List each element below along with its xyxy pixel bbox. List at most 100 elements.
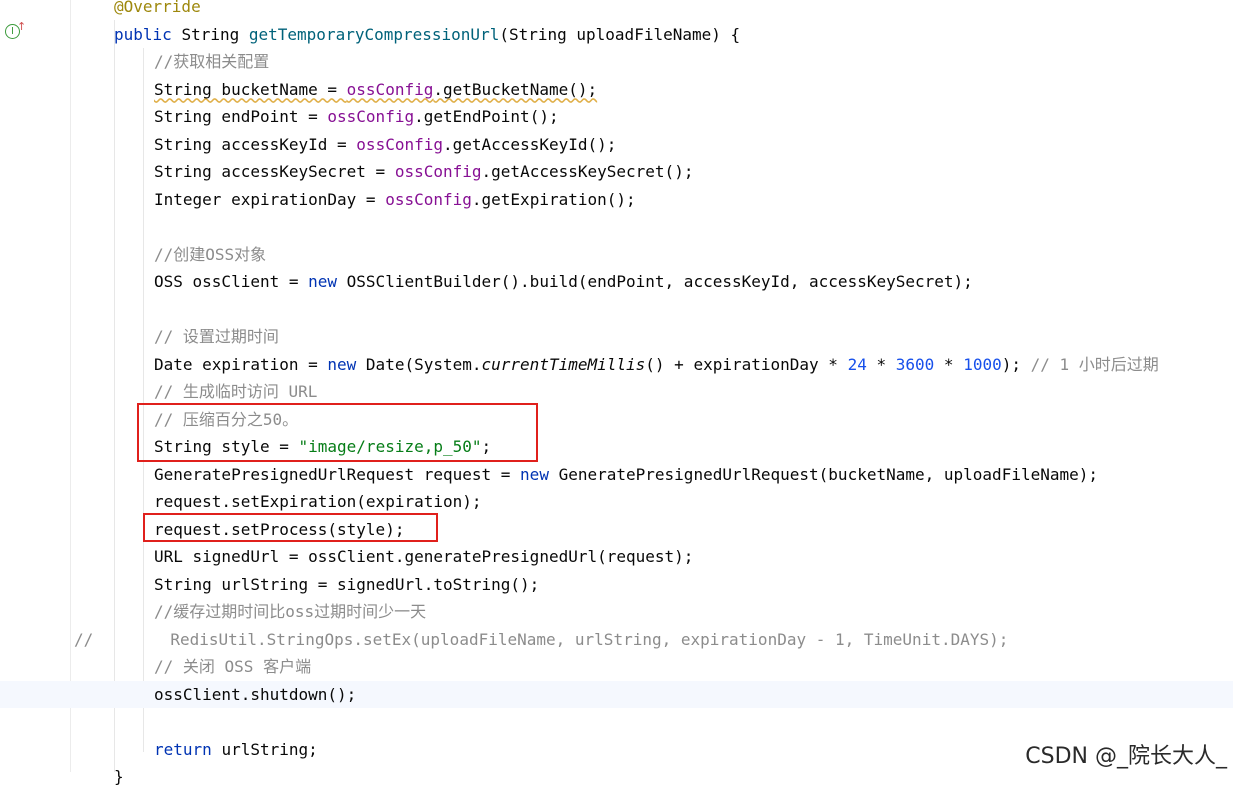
code-token: GeneratePresignedUrlRequest request = bbox=[154, 464, 521, 484]
code-token: String bbox=[181, 24, 249, 44]
code-token: 3600 bbox=[895, 354, 935, 374]
code-token: * bbox=[934, 354, 964, 374]
code-token: //获取相关配置 bbox=[154, 52, 270, 71]
code-token: return bbox=[154, 739, 222, 759]
code-line[interactable] bbox=[0, 708, 1233, 735]
code-token: ossConfig bbox=[327, 107, 415, 126]
code-line-content: String accessKeyId = ossConfig.getAccess… bbox=[154, 131, 616, 158]
code-token: //创建OSS对象 bbox=[154, 244, 267, 264]
code-line-content: //缓存过期时间比oss过期时间少一天 bbox=[154, 598, 426, 625]
code-token: * bbox=[866, 354, 896, 374]
code-line[interactable]: Date expiration = new Date(System.curren… bbox=[0, 351, 1233, 378]
code-line[interactable]: String accessKeyId = ossConfig.getAccess… bbox=[0, 131, 1233, 158]
code-line[interactable]: request.setExpiration(expiration); bbox=[0, 488, 1233, 515]
code-line[interactable]: // 设置过期时间 bbox=[0, 323, 1233, 350]
code-token: ossConfig bbox=[346, 79, 434, 99]
code-token: (String uploadFileName) { bbox=[499, 24, 741, 44]
code-token: Date(System. bbox=[365, 354, 482, 374]
code-token: } bbox=[114, 767, 124, 786]
code-token: //缓存过期时间比oss过期时间少一天 bbox=[154, 602, 427, 621]
code-line-content: return urlString; bbox=[154, 736, 318, 763]
code-line-content: String endPoint = ossConfig.getEndPoint(… bbox=[154, 103, 559, 130]
code-line[interactable]: String bucketName = ossConfig.getBucketN… bbox=[0, 76, 1233, 103]
arrow-up-icon: ↑ bbox=[17, 20, 27, 33]
code-line[interactable]: ossClient.shutdown(); bbox=[0, 680, 1233, 708]
code-token: public bbox=[114, 24, 182, 44]
code-line-content: Integer expirationDay = ossConfig.getExp… bbox=[154, 186, 636, 213]
code-token: () + expirationDay * bbox=[645, 354, 848, 374]
code-token: .getEndPoint(); bbox=[414, 107, 559, 126]
code-token: // RedisUtil.StringOps.setEx(uploadFileN… bbox=[74, 629, 1009, 649]
code-line[interactable]: // RedisUtil.StringOps.setEx(uploadFileN… bbox=[0, 626, 1233, 653]
code-line-content: ossClient.shutdown(); bbox=[154, 681, 356, 708]
highlight-box-setprocess bbox=[143, 513, 438, 542]
code-line[interactable]: String accessKeySecret = ossConfig.getAc… bbox=[0, 158, 1233, 185]
code-line[interactable]: // 生成临时访问 URL bbox=[0, 378, 1233, 405]
code-line[interactable]: URL signedUrl = ossClient.generatePresig… bbox=[0, 543, 1233, 570]
code-token: currentTimeMillis bbox=[481, 354, 646, 374]
watermark: CSDN @_院长大人_ bbox=[1025, 744, 1227, 769]
code-line-content: // RedisUtil.StringOps.setEx(uploadFileN… bbox=[74, 626, 1008, 653]
code-line-content: public String getTemporaryCompressionUrl… bbox=[114, 21, 740, 48]
code-line[interactable]: // 关闭 OSS 客户端 bbox=[0, 653, 1233, 680]
code-line[interactable] bbox=[0, 213, 1233, 240]
code-line[interactable]: //创建OSS对象 bbox=[0, 241, 1233, 268]
code-line-content: // 关闭 OSS 客户端 bbox=[154, 653, 311, 680]
code-token: .getAccessKeyId(); bbox=[443, 134, 617, 154]
code-token: .getExpiration(); bbox=[471, 189, 636, 209]
code-token: OSSClientBuilder().build(endPoint, acces… bbox=[346, 272, 973, 291]
code-line[interactable]: String urlString = signedUrl.toString(); bbox=[0, 571, 1233, 598]
code-token: String bucketName = bbox=[154, 79, 347, 99]
code-token: .getBucketName(); bbox=[433, 79, 598, 99]
code-token: Date expiration = bbox=[154, 354, 328, 374]
code-token: // 设置过期时间 bbox=[154, 327, 279, 346]
code-line-content: request.setExpiration(expiration); bbox=[154, 488, 482, 515]
code-line-content: GeneratePresignedUrlRequest request = ne… bbox=[154, 461, 1098, 488]
code-token: new bbox=[308, 272, 347, 291]
code-line-content: // 设置过期时间 bbox=[154, 323, 279, 350]
code-line[interactable]: public String getTemporaryCompressionUrl… bbox=[0, 21, 1233, 48]
code-line-content: OSS ossClient = new OSSClientBuilder().b… bbox=[154, 268, 973, 295]
code-token: 24 bbox=[847, 354, 867, 374]
code-token: // 生成临时访问 URL bbox=[154, 382, 318, 401]
code-token: String accessKeyId = bbox=[154, 134, 357, 154]
code-line-content: Date expiration = new Date(System.curren… bbox=[154, 351, 1159, 378]
code-token: ); bbox=[1001, 354, 1031, 374]
code-token: String endPoint = bbox=[154, 107, 328, 126]
code-token: // 1 小时后过期 bbox=[1030, 354, 1159, 374]
code-token: new bbox=[520, 464, 559, 484]
code-token: .getAccessKeySecret(); bbox=[481, 162, 694, 181]
code-token: URL signedUrl = ossClient.generatePresig… bbox=[154, 547, 694, 566]
code-line-content: @Override bbox=[114, 0, 201, 20]
code-line[interactable]: @Override bbox=[0, 0, 1233, 20]
code-line-content: URL signedUrl = ossClient.generatePresig… bbox=[154, 543, 693, 570]
code-line-content: // 生成临时访问 URL bbox=[154, 378, 317, 405]
code-line[interactable]: Integer expirationDay = ossConfig.getExp… bbox=[0, 186, 1233, 213]
code-token: OSS ossClient = bbox=[154, 272, 309, 291]
code-line[interactable]: GeneratePresignedUrlRequest request = ne… bbox=[0, 461, 1233, 488]
code-token: new bbox=[327, 354, 366, 374]
code-line[interactable]: //获取相关配置 bbox=[0, 48, 1233, 75]
code-line[interactable]: OSS ossClient = new OSSClientBuilder().b… bbox=[0, 268, 1233, 295]
code-token: ossConfig bbox=[385, 189, 472, 209]
code-token: ossConfig bbox=[394, 162, 482, 181]
code-token: String accessKeySecret = bbox=[154, 162, 395, 181]
code-line-content: //创建OSS对象 bbox=[154, 241, 266, 268]
highlight-box-style bbox=[137, 403, 538, 462]
code-line[interactable]: //缓存过期时间比oss过期时间少一天 bbox=[0, 598, 1233, 625]
code-token: @Override bbox=[114, 0, 201, 16]
code-line-content: //获取相关配置 bbox=[154, 48, 269, 75]
code-token: urlString; bbox=[221, 739, 318, 759]
code-token: String urlString = signedUrl.toString(); bbox=[154, 574, 540, 594]
code-line[interactable]: String endPoint = ossConfig.getEndPoint(… bbox=[0, 103, 1233, 130]
code-line-content: } bbox=[114, 763, 124, 790]
code-token: 1000 bbox=[963, 354, 1002, 374]
code-token: Integer expirationDay = bbox=[154, 189, 386, 209]
code-token: request.setExpiration(expiration); bbox=[154, 492, 482, 511]
code-token: getTemporaryCompressionUrl bbox=[248, 24, 500, 44]
code-line-content: String urlString = signedUrl.toString(); bbox=[154, 571, 539, 598]
code-line-content: String bucketName = ossConfig.getBucketN… bbox=[154, 76, 597, 103]
code-token: GeneratePresignedUrlRequest(bucketName, … bbox=[558, 464, 1099, 484]
code-line[interactable] bbox=[0, 296, 1233, 323]
code-token: ossConfig bbox=[356, 134, 443, 154]
